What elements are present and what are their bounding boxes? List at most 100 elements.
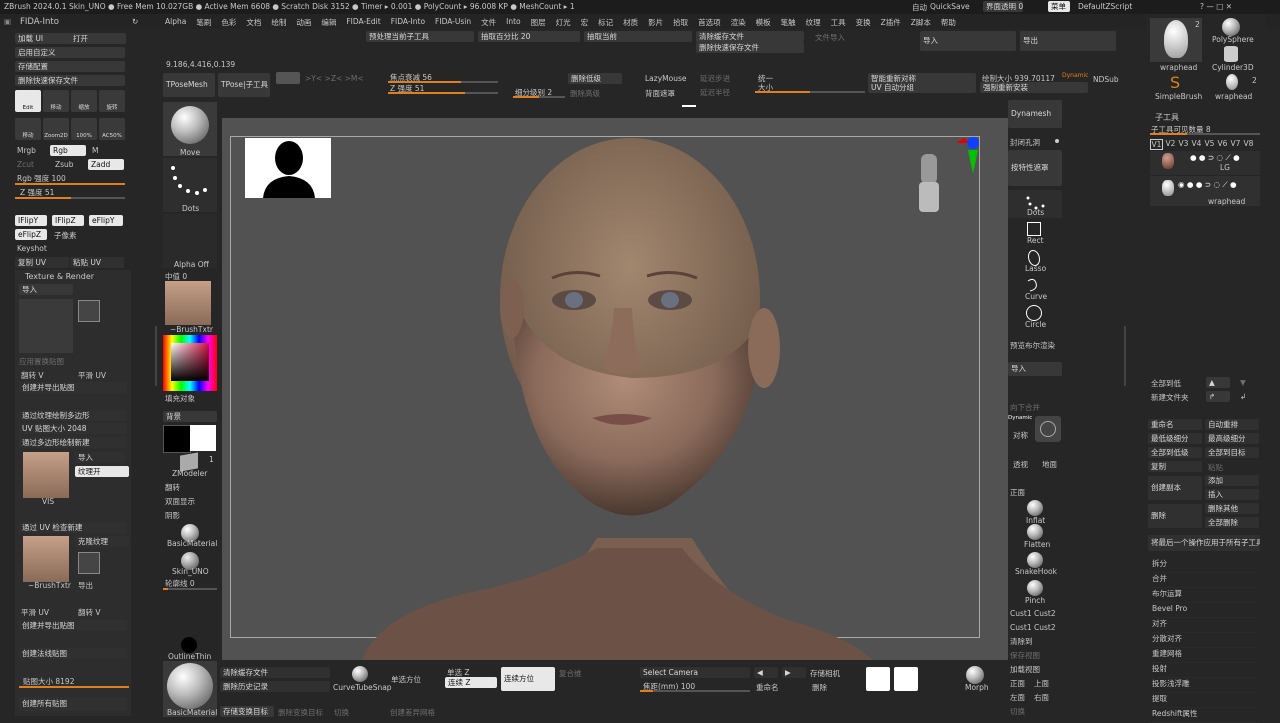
subtool-action-extract[interactable]: 提取 — [1148, 693, 1260, 708]
primary-color-swatch[interactable] — [190, 425, 216, 451]
delete-camera-button[interactable]: 删除 — [812, 682, 827, 693]
actual-size-tool[interactable]: 100% — [71, 118, 97, 140]
menu-item[interactable]: 动画 — [291, 17, 316, 28]
secondary-color-swatch[interactable] — [163, 425, 191, 453]
scale-tool[interactable]: 缩放 — [71, 90, 97, 112]
front-view2-button[interactable]: 正面 — [1010, 678, 1025, 689]
save-morph-target-button[interactable]: 存储变换目标 — [220, 706, 274, 717]
all-to-target-button[interactable]: 全部到目标 — [1205, 447, 1259, 458]
tposemesh-button[interactable]: TPoseMesh — [163, 73, 215, 97]
menu-item[interactable]: Alpha — [160, 17, 191, 28]
menu-item[interactable]: 模板 — [751, 17, 776, 28]
subtool-action-remesh[interactable]: 重建网格 — [1148, 648, 1260, 663]
subdiv-level-track[interactable] — [513, 96, 565, 98]
delete-others-button[interactable]: 删除其他 — [1205, 503, 1259, 514]
cust1b-button[interactable]: Cust1 — [1010, 623, 1032, 632]
apply-displacement-button[interactable]: 应用置换贴图 — [19, 356, 64, 367]
create-diff-mesh-button[interactable]: 创建差异网格 — [390, 707, 435, 718]
zcut-toggle[interactable]: Zcut — [17, 160, 34, 169]
top-view-button[interactable]: 上面 — [1034, 678, 1049, 689]
viewport-canvas[interactable] — [222, 118, 1008, 660]
navigation-head-gizmo[interactable] — [916, 152, 942, 216]
single-select-dir-button[interactable]: 单选方位 — [391, 674, 421, 685]
subpixel-slider[interactable]: 子像素 — [54, 230, 77, 241]
dynamic-size-toggle[interactable]: Dynamic — [1062, 72, 1088, 79]
rect-icon[interactable] — [1027, 222, 1041, 236]
import-right-button[interactable]: 导入 — [1008, 362, 1062, 376]
copy-subtool-button[interactable]: 复制 — [1148, 461, 1202, 472]
menu-item[interactable]: FIDA-Usin — [430, 17, 476, 28]
edit-tool[interactable]: Edit — [15, 90, 41, 112]
ndsub-button[interactable]: NDSub — [1093, 75, 1119, 84]
open-button[interactable]: 打开 — [70, 33, 126, 44]
keyshot-button[interactable]: Keyshot — [17, 244, 47, 253]
create-all-maps-button[interactable]: 创建所有贴图 — [19, 697, 127, 711]
color-picker-square[interactable] — [171, 343, 209, 381]
save-view-button[interactable]: 保存视图 — [1010, 650, 1040, 661]
right-view-button[interactable]: 右面 — [1034, 692, 1049, 703]
menu-item[interactable]: 笔刷 — [191, 17, 216, 28]
enable-custom-button[interactable]: 启用自定义 — [15, 47, 125, 58]
arrow-right-button[interactable]: ↱ — [1206, 391, 1230, 402]
vis-texture-thumbnail[interactable] — [23, 452, 69, 498]
m-toggle[interactable]: M — [92, 146, 98, 155]
move-up-button[interactable]: ▲ — [1206, 377, 1230, 388]
uv-check-new-button[interactable]: 通过 UV 检查新建 — [19, 522, 127, 533]
menu-item[interactable]: 文件 — [476, 17, 501, 28]
menu-item[interactable]: 标记 — [593, 17, 618, 28]
subtool-action-split[interactable]: 拆分 — [1148, 558, 1260, 573]
export-button[interactable]: 导出 — [78, 580, 93, 591]
menu-item[interactable]: 变换 — [851, 17, 876, 28]
move-tool[interactable]: 移动 — [43, 90, 69, 112]
menu-item[interactable]: 文档 — [241, 17, 266, 28]
subtool-action-align[interactable]: 对齐 — [1148, 618, 1260, 633]
z-strength-track[interactable] — [15, 197, 125, 199]
camera-record-icon[interactable] — [866, 667, 890, 691]
subtool-action-project-shallow[interactable]: 投影浅浮雕 — [1148, 678, 1260, 693]
menu-item[interactable]: Into — [501, 17, 526, 28]
version-tab[interactable]: V4 — [1191, 139, 1202, 150]
subtool-action-project[interactable]: 投射 — [1148, 663, 1260, 678]
axis-gizmo[interactable] — [942, 134, 982, 174]
floor-button[interactable]: 地面 — [1042, 459, 1057, 470]
left-view-button[interactable]: 左面 — [1010, 692, 1025, 703]
clear-to-button[interactable]: 清除到 — [1010, 636, 1033, 647]
fill-object-button[interactable]: 填充对象 — [165, 393, 195, 404]
brush-texture-thumbnail[interactable] — [23, 536, 69, 582]
menu-item[interactable]: 工具 — [826, 17, 851, 28]
focal-length-track[interactable] — [640, 690, 750, 692]
extract-current-button[interactable]: 抽取当前 — [584, 31, 692, 42]
window-controls[interactable]: ? — □ ✕ — [1200, 2, 1232, 11]
menu-item[interactable]: FIDA-Into — [386, 17, 430, 28]
circle-icon[interactable] — [1026, 305, 1042, 321]
camera-bookmark-icon[interactable] — [894, 667, 918, 691]
all-lowest-subdiv-button[interactable]: 最低级细分 — [1148, 433, 1202, 444]
extract-percent-slider[interactable]: 抽取百分比 20 — [478, 31, 580, 42]
continuous-z-toggle[interactable]: 连续 Z — [445, 677, 497, 688]
zoom2d-tool[interactable]: Zoom2D — [43, 118, 69, 140]
version-tab[interactable]: V3 — [1178, 139, 1189, 150]
shadow-button[interactable]: 阴影 — [165, 510, 180, 521]
toggle-view-button[interactable]: 切换 — [1010, 706, 1025, 717]
lazymouse-toggle[interactable]: LazyMouse — [645, 74, 686, 83]
axis-toggles[interactable]: >Y< >Z< >M< — [305, 74, 364, 83]
camera-prev-button[interactable]: ◀ — [754, 667, 778, 678]
flip-v-button[interactable]: 翻转 V — [21, 370, 44, 381]
camera-next-button[interactable]: ▶ — [782, 667, 806, 678]
lazy-step-slider[interactable]: 延迟步进 — [700, 73, 730, 84]
file-import-button[interactable]: 文件导入 — [815, 32, 845, 43]
menu-item[interactable]: 编辑 — [316, 17, 341, 28]
delete-subtool-button[interactable]: 删除 — [1148, 504, 1202, 528]
preview-boolean-button[interactable]: 预览布尔渲染 — [1010, 340, 1055, 351]
map-size-track[interactable] — [19, 686, 129, 688]
texture-render-title[interactable]: Texture & Render — [25, 272, 94, 281]
perspective-button[interactable]: 透视 — [1013, 459, 1028, 470]
paste-subtool-button[interactable]: 粘贴 — [1208, 462, 1223, 473]
menu-item[interactable]: 宏 — [576, 17, 594, 28]
tpose-subtool-button[interactable]: TPose|子工具 — [218, 73, 270, 97]
rotate-tool[interactable]: 旋转 — [99, 90, 125, 112]
front-view-button[interactable]: 正面 — [1010, 487, 1025, 498]
rename-camera-button[interactable]: 重命名 — [756, 682, 779, 693]
flatten-brush-icon[interactable] — [1027, 524, 1043, 540]
menu-item[interactable]: 影片 — [643, 17, 668, 28]
